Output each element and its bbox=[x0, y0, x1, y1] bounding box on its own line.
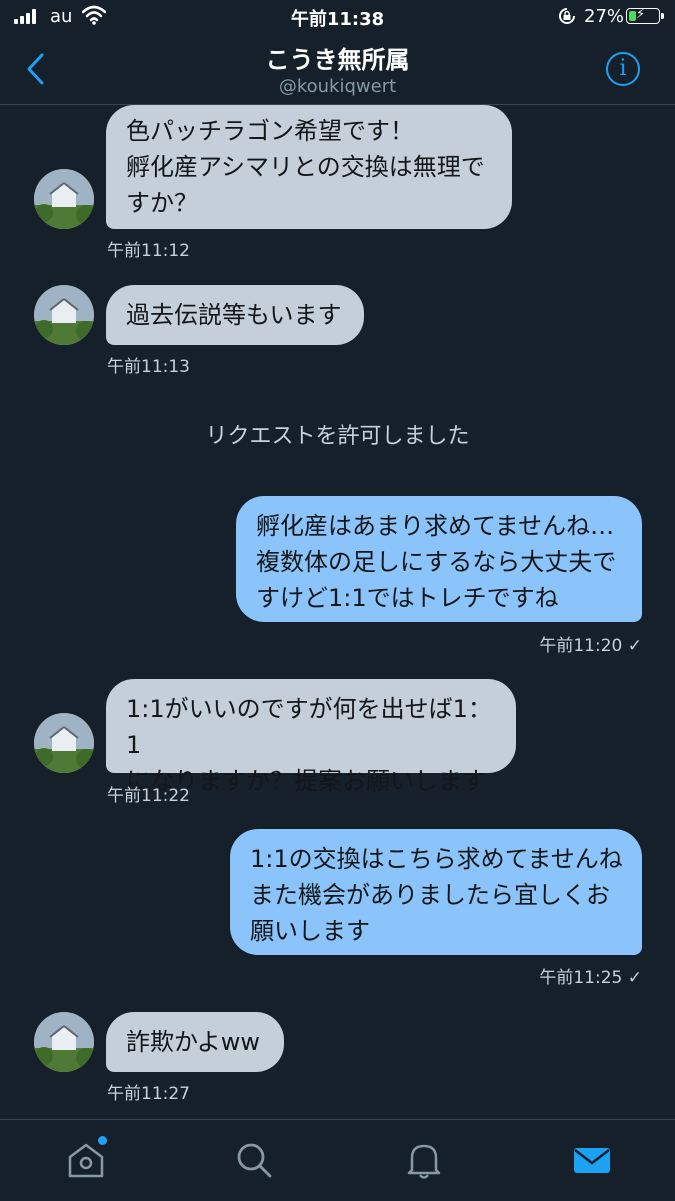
message-bubble-incoming[interactable]: 色パッチラゴン希望です！ 孵化産アシマリとの交換は無理で すか？ bbox=[106, 105, 512, 229]
contact-name[interactable]: こうき無所属 bbox=[0, 40, 675, 75]
message-text: 1:1がいいのですが何を出せば1：1 bbox=[126, 695, 492, 759]
message-timestamp: 午前11:22 bbox=[107, 786, 190, 806]
message-timestamp: 午前11:20 ✓ bbox=[539, 636, 642, 656]
avatar[interactable] bbox=[34, 169, 94, 229]
message-list[interactable]: 色パッチラゴン希望です！ 孵化産アシマリとの交換は無理で すか？ 午前11:12… bbox=[0, 105, 675, 1119]
castle-photo-icon bbox=[34, 1012, 94, 1072]
message-bubble-outgoing[interactable]: 1:1の交換はこちら求めてませんね また機会がありましたら宜しくお 願いします bbox=[230, 829, 642, 955]
request-accepted-notice: リクエストを許可しました bbox=[205, 424, 470, 449]
message-timestamp: 午前11:12 bbox=[107, 241, 190, 261]
message-bubble-incoming[interactable]: 1:1がいいのですが何を出せば1：1 になりますか？提案お願いします bbox=[106, 679, 516, 795]
castle-photo-icon bbox=[34, 713, 94, 773]
message-text: 1:1の交換はこちら求めてませんね bbox=[250, 845, 623, 873]
castle-photo-icon bbox=[34, 169, 94, 229]
avatar[interactable] bbox=[34, 1012, 94, 1072]
avatar[interactable] bbox=[34, 285, 94, 345]
avatar[interactable] bbox=[34, 713, 94, 773]
message-timestamp: 午前11:13 bbox=[107, 357, 190, 377]
message-bubble-outgoing[interactable]: 孵化産はあまり求めてませんね… 複数体の足しにするなら大丈夫で すけど1:1では… bbox=[236, 496, 642, 622]
notification-dot bbox=[98, 1136, 107, 1145]
castle-photo-icon bbox=[34, 285, 94, 345]
message-text: 孵化産アシマリとの交換は無理で bbox=[126, 153, 485, 181]
battery-icon: ⚡ bbox=[626, 7, 664, 24]
status-bar: au 午前11:38 27% ⚡ bbox=[0, 0, 675, 34]
message-bubble-incoming[interactable]: 過去伝説等もいます bbox=[106, 285, 364, 345]
contact-handle[interactable]: @koukiqwert bbox=[0, 76, 675, 97]
message-text: すけど1:1ではトレチですね bbox=[256, 584, 559, 612]
tab-notifications[interactable] bbox=[404, 1140, 444, 1180]
notifications-icon bbox=[407, 1144, 441, 1179]
search-icon bbox=[237, 1143, 272, 1178]
message-text: また機会がありましたら宜しくお bbox=[250, 881, 610, 909]
tab-messages[interactable] bbox=[572, 1140, 612, 1180]
message-text: 孵化産はあまり求めてませんね… bbox=[256, 512, 615, 540]
message-text: 過去伝説等もいます bbox=[126, 301, 342, 329]
bottom-tab-bar bbox=[0, 1119, 675, 1201]
message-text: 色パッチラゴン希望です！ bbox=[126, 117, 414, 145]
conversation-header: こうき無所属 @koukiqwert i bbox=[0, 34, 675, 105]
message-text: 願いします bbox=[250, 917, 370, 945]
message-text: 詐欺かよww bbox=[126, 1028, 261, 1056]
message-text: 複数体の足しにするなら大丈夫で bbox=[256, 548, 617, 576]
messages-icon bbox=[574, 1148, 610, 1173]
info-icon[interactable]: i bbox=[606, 52, 640, 86]
message-bubble-incoming[interactable]: 詐欺かよww bbox=[106, 1012, 284, 1072]
message-timestamp: 午前11:27 bbox=[107, 1084, 190, 1104]
tab-search[interactable] bbox=[234, 1140, 274, 1180]
battery-percent: 27% bbox=[584, 6, 625, 27]
message-timestamp: 午前11:25 ✓ bbox=[539, 968, 642, 988]
tab-home[interactable] bbox=[66, 1136, 107, 1180]
message-text: すか？ bbox=[126, 189, 198, 217]
rotation-lock-icon bbox=[559, 8, 575, 24]
home-icon bbox=[68, 1143, 104, 1178]
